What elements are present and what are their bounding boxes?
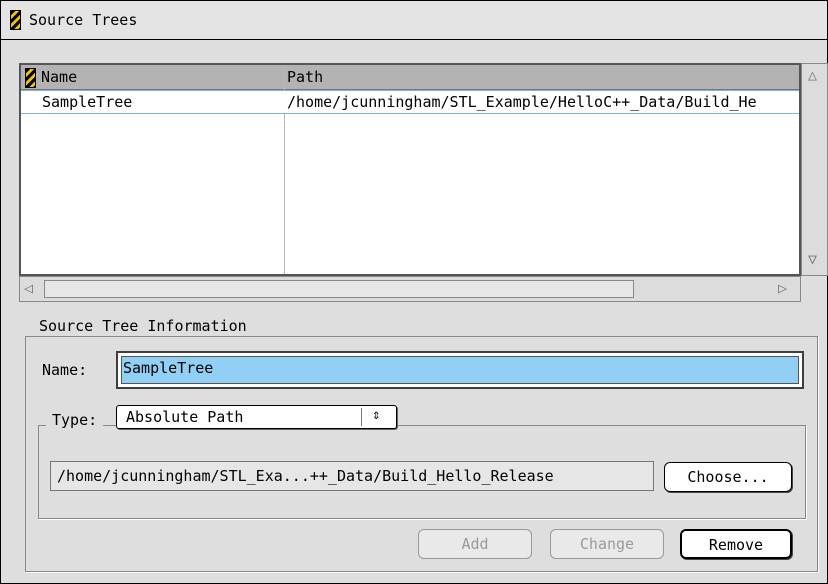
- column-header-path[interactable]: Path: [287, 68, 323, 86]
- scroll-up-arrow-icon[interactable]: △: [808, 66, 817, 84]
- name-input-selection: [121, 356, 799, 384]
- column-header-name[interactable]: Name: [41, 68, 77, 86]
- row-name-cell: SampleTree: [42, 93, 133, 111]
- path-value: /home/jcunningham/STL_Exa...++_Data/Buil…: [57, 467, 554, 485]
- remove-button[interactable]: Remove: [680, 529, 792, 559]
- window-title: Source Trees: [29, 11, 138, 29]
- name-label: Name:: [42, 361, 88, 379]
- change-button[interactable]: Change: [550, 529, 664, 559]
- scroll-down-arrow-icon[interactable]: ▽: [808, 250, 817, 268]
- type-select[interactable]: Absolute Path ⇕: [116, 405, 397, 429]
- type-select-value: Absolute Path: [126, 408, 244, 426]
- select-divider: [361, 408, 362, 426]
- path-display-field: /home/jcunningham/STL_Exa...++_Data/Buil…: [50, 461, 654, 491]
- horizontal-scrollbar[interactable]: ◁ ▷: [19, 276, 801, 302]
- type-label: Type:: [46, 411, 104, 429]
- choose-button[interactable]: Choose...: [664, 462, 792, 492]
- name-input-value: SampleTree: [123, 359, 214, 377]
- row-path-cell: /home/jcunningham/STL_Example/HelloC++_D…: [287, 93, 757, 111]
- scroll-right-arrow-icon[interactable]: ▷: [778, 279, 787, 297]
- name-input[interactable]: SampleTree: [116, 351, 804, 389]
- group-label: Source Tree Information: [33, 317, 253, 335]
- scroll-left-arrow-icon[interactable]: ◁: [24, 279, 33, 297]
- scrollbar-thumb[interactable]: [44, 280, 634, 298]
- table-header: Name Path: [21, 65, 799, 90]
- sort-column-icon[interactable]: [25, 68, 36, 88]
- vertical-scrollbar[interactable]: △ ▽: [801, 63, 828, 276]
- hazard-stripe-icon: [10, 10, 21, 30]
- table-row[interactable]: SampleTree /home/jcunningham/STL_Example…: [21, 90, 799, 114]
- updown-chevron-icon: ⇕: [372, 407, 381, 423]
- title-bar: Source Trees: [1, 1, 827, 40]
- add-button[interactable]: Add: [418, 529, 532, 559]
